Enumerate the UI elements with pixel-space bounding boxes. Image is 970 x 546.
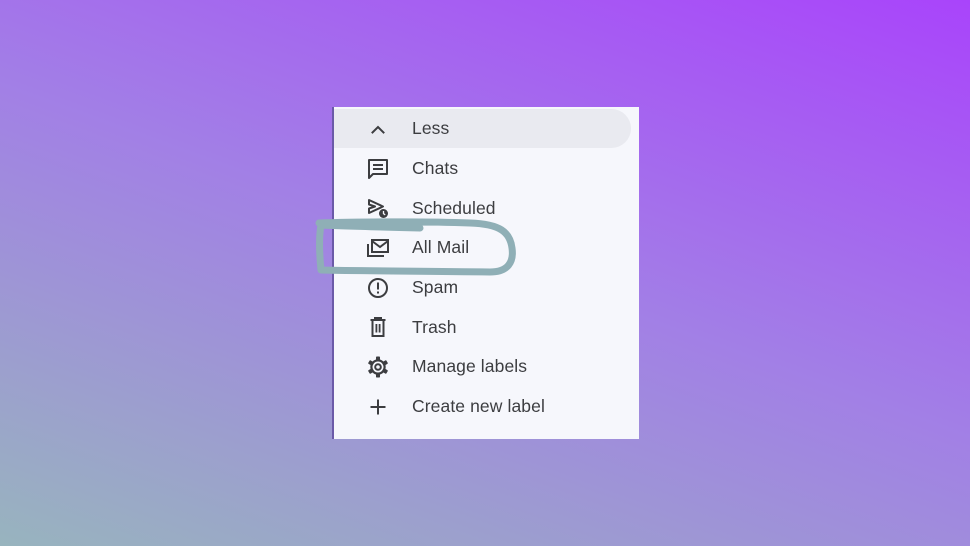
sidebar-item-label: Manage labels xyxy=(412,356,528,377)
spam-icon xyxy=(366,276,390,300)
sidebar-item-scheduled[interactable]: Scheduled xyxy=(334,188,639,228)
sidebar-menu-panel: Less Chats Scheduled All Mail Spam Trash… xyxy=(332,107,639,439)
sidebar-item-label: Scheduled xyxy=(412,197,496,218)
all-mail-icon xyxy=(366,236,390,260)
sidebar-item-label: Trash xyxy=(412,316,457,337)
sidebar-item-label: All Mail xyxy=(412,237,470,258)
sidebar-item-manage-labels[interactable]: Manage labels xyxy=(334,347,639,387)
scheduled-send-icon xyxy=(366,196,390,220)
trash-icon xyxy=(366,315,390,339)
chat-icon xyxy=(366,157,390,181)
gear-icon xyxy=(366,355,390,379)
sidebar-item-label: Less xyxy=(412,118,450,139)
sidebar-item-create-new-label[interactable]: Create new label xyxy=(334,387,639,427)
sidebar-item-trash[interactable]: Trash xyxy=(334,307,639,347)
sidebar-menu: Less Chats Scheduled All Mail Spam Trash… xyxy=(334,109,639,427)
sidebar-item-chats[interactable]: Chats xyxy=(334,149,639,189)
plus-icon xyxy=(366,395,390,419)
sidebar-item-spam[interactable]: Spam xyxy=(334,268,639,308)
sidebar-item-label: Create new label xyxy=(412,396,545,417)
chevron-up-icon xyxy=(366,117,390,141)
sidebar-item-label: Chats xyxy=(412,158,459,179)
sidebar-item-label: Spam xyxy=(412,277,459,298)
sidebar-item-all-mail[interactable]: All Mail xyxy=(334,228,639,268)
sidebar-item-less[interactable]: Less xyxy=(334,109,639,149)
